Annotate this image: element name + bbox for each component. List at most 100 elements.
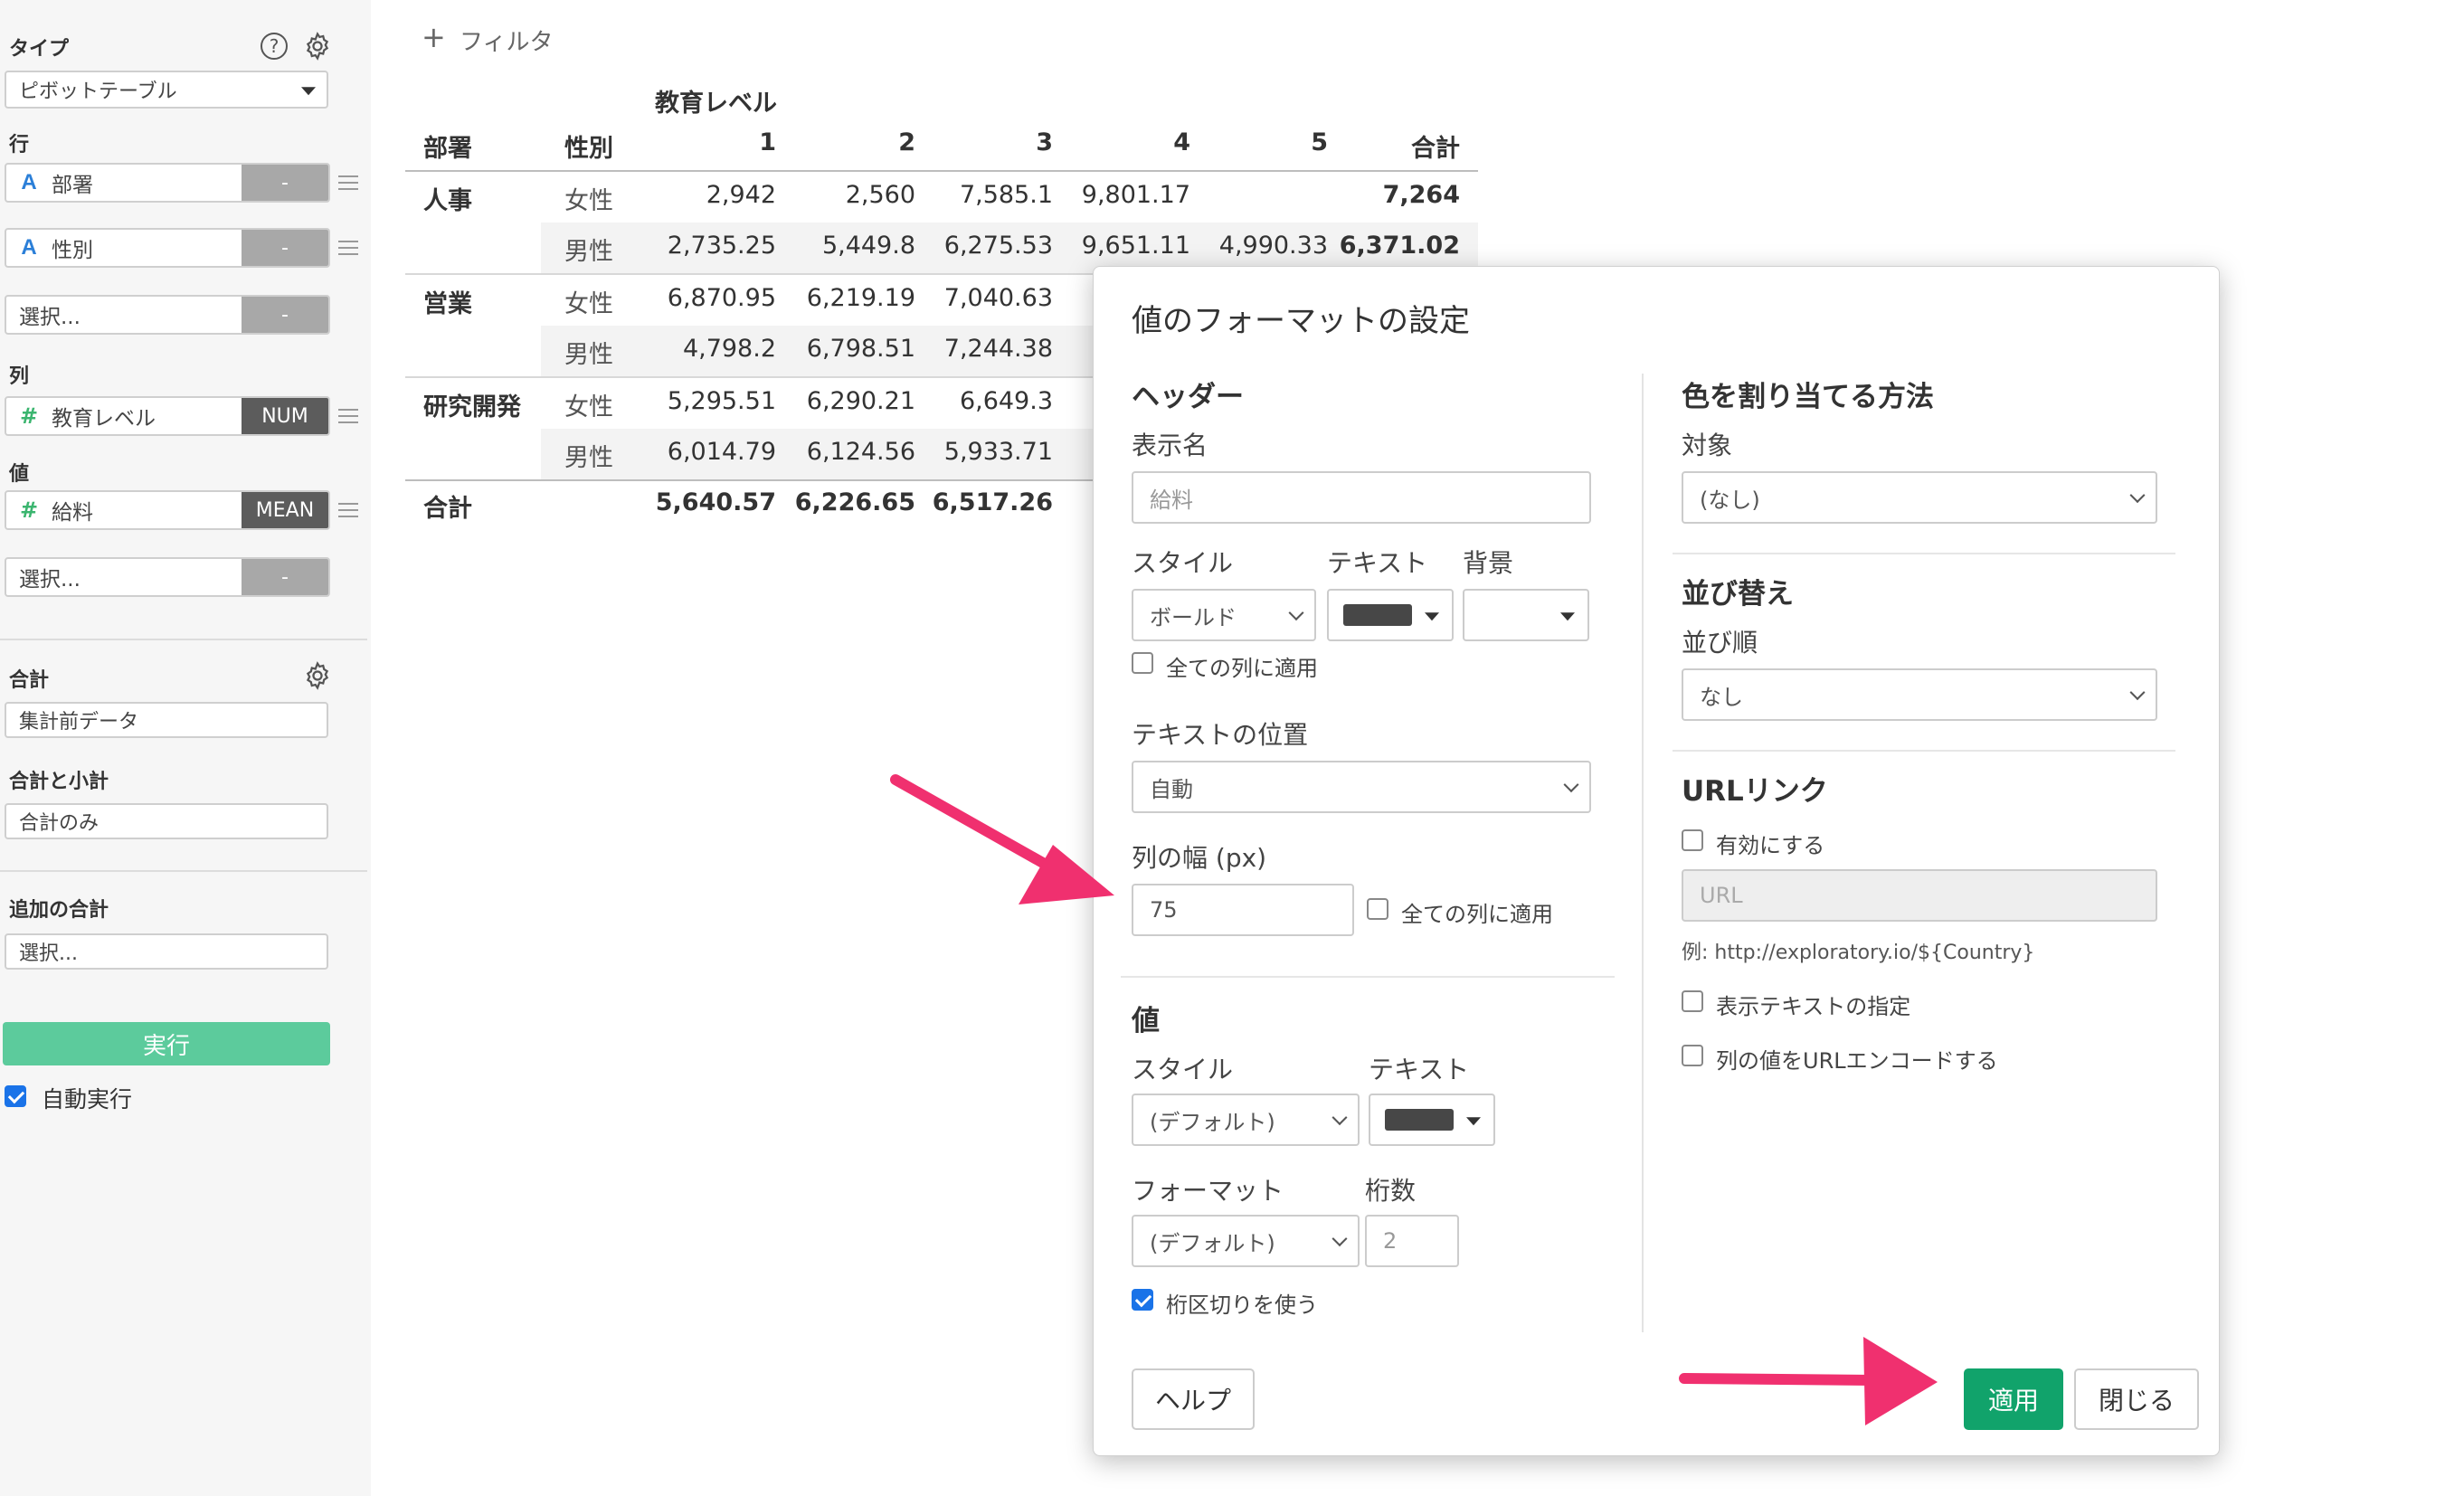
add-filter-plus-icon[interactable]: +	[422, 20, 446, 54]
subtotal-label: 合計と小計	[9, 771, 109, 793]
value-field[interactable]: # 給料 MEAN	[5, 490, 330, 530]
url-enable-label: 有効にする	[1716, 833, 1825, 858]
display-text-label: 表示テキストの指定	[1716, 994, 1911, 1019]
value-field-agg[interactable]: MEAN	[242, 492, 328, 528]
number-type-icon: #	[19, 497, 39, 523]
url-encode-checkbox[interactable]	[1682, 1045, 1703, 1066]
table-cell: 6,649.3	[959, 387, 1053, 415]
caret-down-icon	[1560, 612, 1575, 621]
row-header-dept: 部署	[423, 135, 472, 163]
color-section-title: 色を割り当てる方法	[1682, 381, 1934, 413]
use-separator-checkbox[interactable]	[1132, 1289, 1153, 1311]
value-select-placeholder: 選択...	[19, 568, 81, 592]
header-style-value: ボールド	[1150, 604, 1237, 630]
text-position-select[interactable]: 自動	[1132, 761, 1591, 813]
values-label: 値	[9, 463, 30, 486]
value-select-agg[interactable]: -	[242, 559, 328, 595]
close-button[interactable]: 閉じる	[2074, 1368, 2199, 1430]
header-apply-all-label: 全ての列に適用	[1166, 656, 1318, 681]
total-label: 合計	[9, 669, 50, 692]
value-format-dialog: 値のフォーマットの設定 ヘッダー 表示名 給料 スタイル テキスト 背景 ボール…	[1093, 266, 2220, 1456]
value-text-color-picker[interactable]	[1369, 1094, 1495, 1146]
header-bg-color-picker[interactable]	[1463, 589, 1589, 641]
chevron-down-icon	[1563, 777, 1579, 793]
number-type-icon: #	[19, 403, 39, 429]
column-width-input[interactable]: 75	[1132, 884, 1354, 936]
text-position-value: 自動	[1150, 776, 1193, 802]
drag-handle-icon[interactable]	[338, 409, 358, 423]
target-label: 対象	[1682, 431, 1733, 460]
dept-cell: 営業	[423, 290, 472, 318]
digits-input[interactable]: 2	[1365, 1215, 1459, 1267]
grand-total-cell: 6,517.26	[932, 488, 1053, 516]
url-section-title: URLリンク	[1682, 775, 1828, 808]
auto-run-checkbox[interactable]	[5, 1085, 26, 1107]
format-label: フォーマット	[1132, 1176, 1284, 1206]
column-field-agg[interactable]: NUM	[242, 398, 328, 434]
total-select[interactable]: 集計前データ	[5, 702, 328, 738]
section-divider	[1673, 553, 2175, 554]
help-icon[interactable]: ?	[261, 33, 288, 60]
display-name-label: 表示名	[1132, 431, 1208, 460]
color-swatch	[1385, 1109, 1454, 1131]
type-select-value: ピボットテーブル	[19, 80, 177, 103]
value-style-select[interactable]: (デフォルト)	[1132, 1094, 1360, 1146]
sort-order-value: なし	[1700, 684, 1743, 710]
rows-label: 行	[9, 134, 30, 156]
type-label: タイプ	[9, 38, 70, 61]
drag-handle-icon[interactable]	[338, 175, 358, 190]
chevron-down-icon	[2129, 488, 2146, 504]
text-type-icon: A	[21, 170, 37, 194]
drag-handle-icon[interactable]	[338, 241, 358, 255]
gear-icon[interactable]	[302, 31, 333, 62]
row-field-gender[interactable]: A 性別 -	[5, 228, 330, 268]
target-value: (なし)	[1700, 487, 1760, 513]
text-position-label: テキストの位置	[1132, 720, 1309, 750]
row-total-cell: 6,371.02	[1339, 232, 1460, 260]
chevron-down-icon	[1288, 605, 1304, 621]
color-swatch	[1343, 604, 1412, 626]
display-text-checkbox[interactable]	[1682, 990, 1703, 1012]
divider	[0, 639, 367, 640]
row-select-placeholder: 選択...	[19, 306, 81, 329]
display-name-input[interactable]: 給料	[1132, 471, 1591, 524]
value-select[interactable]: 選択... -	[5, 557, 330, 597]
columns-label: 列	[9, 365, 30, 388]
chevron-down-icon	[1332, 1231, 1348, 1247]
format-select[interactable]: (デフォルト)	[1132, 1215, 1360, 1267]
row-field-agg[interactable]: -	[242, 165, 328, 201]
table-cell: 7,040.63	[943, 284, 1053, 312]
extra-total-select[interactable]: 選択...	[5, 933, 328, 970]
drag-handle-icon[interactable]	[338, 503, 358, 517]
value-text-color-label: テキスト	[1369, 1055, 1470, 1084]
width-apply-all-label: 全ての列に適用	[1401, 902, 1553, 927]
subtotal-select[interactable]: 合計のみ	[5, 803, 328, 839]
target-select[interactable]: (なし)	[1682, 471, 2157, 524]
column-group-header: 教育レベル	[655, 90, 777, 118]
row-total-cell: 7,264	[1382, 181, 1460, 209]
section-divider	[1673, 750, 2175, 752]
gear-icon[interactable]	[302, 660, 333, 691]
header-text-color-picker[interactable]	[1327, 589, 1454, 641]
run-button[interactable]: 実行	[3, 1022, 330, 1065]
header-style-select[interactable]: ボールド	[1132, 589, 1316, 641]
apply-button[interactable]: 適用	[1964, 1368, 2063, 1430]
type-select[interactable]: ピボットテーブル	[5, 71, 328, 109]
value-style-label: スタイル	[1132, 1055, 1234, 1084]
url-input[interactable]: URL	[1682, 869, 2157, 922]
url-enable-checkbox[interactable]	[1682, 829, 1703, 851]
header-text-color-label: テキスト	[1327, 548, 1428, 578]
help-button[interactable]: ヘルプ	[1132, 1368, 1255, 1430]
sort-order-label: 並び順	[1682, 628, 1758, 658]
add-filter-link[interactable]: フィルタ	[460, 24, 553, 57]
sort-order-select[interactable]: なし	[1682, 668, 2157, 721]
row-field-dept[interactable]: A 部署 -	[5, 163, 330, 203]
divider	[0, 870, 367, 872]
width-apply-all-checkbox[interactable]	[1367, 898, 1388, 920]
url-encode-label: 列の値をURLエンコードする	[1716, 1048, 1998, 1074]
row-select[interactable]: 選択... -	[5, 295, 330, 335]
row-field-agg[interactable]: -	[242, 230, 328, 266]
row-select-agg[interactable]: -	[242, 297, 328, 333]
column-field[interactable]: # 教育レベル NUM	[5, 396, 330, 436]
header-apply-all-checkbox[interactable]	[1132, 652, 1153, 674]
